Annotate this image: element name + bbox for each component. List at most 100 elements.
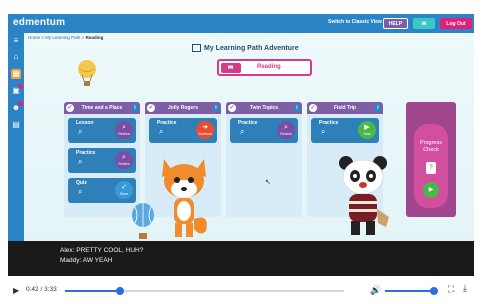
breadcrumb-current: Reading <box>85 35 104 40</box>
app-sidebar: ≡ ⌂ ▦ ▣ ☻ ▤ <box>8 33 24 241</box>
check-icon: ✓ <box>228 104 236 112</box>
video-player[interactable]: edmentum Switch to Classic View HELP ✉ L… <box>8 14 474 276</box>
card-label: Practice <box>76 150 96 156</box>
app-header: edmentum Switch to Classic View HELP ✉ L… <box>8 14 474 33</box>
review-button[interactable]: ⌕ Review <box>115 151 133 169</box>
notification-dot <box>18 84 23 89</box>
activity-card-practice[interactable]: Practice ⌕ ➜ Continue <box>149 118 217 143</box>
column-title: Field Trip <box>333 105 357 111</box>
activity-card-practice[interactable]: Practice ⌕ ▶ Start <box>311 118 379 143</box>
continue-label: Continue <box>197 132 212 136</box>
quiz-icon: ? <box>426 162 436 174</box>
logout-button[interactable]: Log Out <box>440 18 472 29</box>
activity-card-quiz[interactable]: Quiz ⌕ ✓ Done <box>68 178 136 203</box>
review-label: Review <box>118 162 130 166</box>
magnifier-icon: ⌕ <box>78 127 83 136</box>
time-readout: 0:42 / 3:33 <box>26 286 57 293</box>
start-label: Start <box>363 132 371 136</box>
column-header: ✓ Jolly Rogers i <box>145 102 221 114</box>
edmentum-logo: edmentum <box>13 17 66 28</box>
info-icon[interactable]: i <box>213 104 219 112</box>
card-label: Practice <box>238 120 258 126</box>
subject-selector[interactable]: 📖 Reading <box>217 59 312 76</box>
check-icon: ✓ <box>147 104 155 112</box>
card-label: Practice <box>157 120 177 126</box>
card-label: Lesson <box>76 120 94 126</box>
info-icon[interactable]: i <box>375 104 381 112</box>
start-button[interactable]: ▶ Start <box>358 121 376 139</box>
map-icon[interactable]: ▦ <box>11 69 21 79</box>
video-controls: ▶ 0:42 / 3:33 🔊 ⛶ ⤓ <box>8 280 474 302</box>
notification-dot <box>18 101 23 106</box>
help-button[interactable]: HELP <box>383 18 408 29</box>
continue-button[interactable]: ➜ Continue <box>196 121 214 139</box>
people-icon[interactable]: ☻ <box>11 101 23 113</box>
fullscreen-icon[interactable]: ⛶ <box>448 284 454 295</box>
home-icon[interactable]: ⌂ <box>11 52 21 62</box>
review-button[interactable]: ⌕ Review <box>115 121 133 139</box>
seek-bar[interactable] <box>65 287 344 295</box>
card-label: Quiz <box>76 180 87 186</box>
fox-character <box>162 159 207 237</box>
mail-button[interactable]: ✉ <box>413 18 435 29</box>
mouse-cursor: ↖ <box>265 179 271 186</box>
done-label: Done <box>119 192 129 196</box>
volume-handle[interactable] <box>430 287 438 295</box>
book-icon: 📖 <box>221 63 241 73</box>
progress-check-start-button[interactable]: ▶ <box>423 182 439 198</box>
download-icon[interactable]: ⤓ <box>463 283 467 294</box>
column-header: ✓ Field Trip i <box>307 102 383 114</box>
activity-column-time-and-a-place: ✓ Time and a Place i Lesson ⌕ ⌕ Review Pr… <box>64 102 140 217</box>
review-label: Review <box>280 132 292 136</box>
caption-line: Maddy: AW YEAH <box>60 257 113 264</box>
breadcrumb-path[interactable]: My Learning Path <box>45 35 80 40</box>
magnifier-icon: ⌕ <box>78 157 83 166</box>
progress-check-column: Progress Check ? ▶ <box>406 102 456 217</box>
breadcrumb-home[interactable]: Home <box>28 35 40 40</box>
check-icon: ✓ <box>309 104 317 112</box>
column-header: ✓ Twin Topics i <box>226 102 302 114</box>
top-strip <box>0 0 482 8</box>
map-title-icon <box>192 44 201 52</box>
info-icon[interactable]: i <box>294 104 300 112</box>
column-title: Time and a Place <box>81 105 123 111</box>
volume-slider[interactable] <box>385 290 435 292</box>
play-icon[interactable]: ▶ <box>13 286 19 295</box>
subject-label: Reading <box>257 64 281 70</box>
volume-icon[interactable]: 🔊 <box>370 285 381 296</box>
done-button[interactable]: ✓ Done <box>115 181 133 199</box>
review-button[interactable]: ⌕ Review <box>277 121 295 139</box>
progress-check-label: Progress Check <box>419 140 442 153</box>
classic-view-link[interactable]: Switch to Classic View <box>328 19 382 25</box>
mail-icon: ✉ <box>421 20 427 27</box>
progress-check-card[interactable]: Progress Check ? ▶ <box>414 124 448 208</box>
document-icon[interactable]: ▤ <box>11 120 21 130</box>
caption-line: Alex: PRETTY COOL, HUH? <box>60 247 144 254</box>
help-label: HELP <box>388 20 403 27</box>
logout-label: Log Out <box>446 20 466 27</box>
activity-card-lesson[interactable]: Lesson ⌕ ⌕ Review <box>68 118 136 143</box>
activity-card-practice[interactable]: Practice ⌕ ⌕ Review <box>230 118 298 143</box>
caption-area: Alex: PRETTY COOL, HUH? Maddy: AW YEAH <box>8 241 474 276</box>
learning-path-stage: Home > My Learning Path > Reading My Lea… <box>24 33 474 241</box>
activity-card-practice[interactable]: Practice ⌕ ⌕ Review <box>68 148 136 173</box>
card-label: Practice <box>319 120 339 126</box>
balloon-illustration <box>78 60 96 86</box>
breadcrumb: Home > My Learning Path > Reading <box>28 35 104 40</box>
menu-icon[interactable]: ≡ <box>11 36 21 46</box>
magnifier-icon: ⌕ <box>78 187 83 196</box>
review-label: Review <box>118 132 130 136</box>
seek-progress <box>65 290 120 292</box>
info-icon[interactable]: i <box>132 104 138 112</box>
column-title: Twin Topics <box>249 105 279 111</box>
balloon-illustration-blue <box>132 203 154 239</box>
activity-column-twin-topics: ✓ Twin Topics i Practice ⌕ ⌕ Review <box>226 102 302 217</box>
page-title: My Learning Path Adventure <box>204 45 299 52</box>
calendar-icon[interactable]: ▣ <box>11 84 23 96</box>
panda-character <box>339 156 389 235</box>
column-title: Jolly Rogers <box>167 105 198 111</box>
magnifier-icon: ⌕ <box>321 127 326 136</box>
column-header: ✓ Time and a Place i <box>64 102 140 114</box>
seek-handle[interactable] <box>115 287 124 295</box>
check-icon: ✓ <box>66 104 74 112</box>
